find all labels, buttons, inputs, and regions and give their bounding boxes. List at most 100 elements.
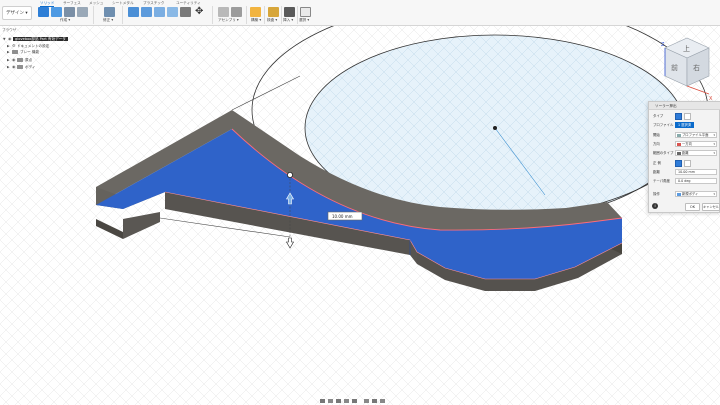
orbit-icon[interactable] <box>320 399 325 403</box>
chevron-down-icon: ▾ <box>713 151 715 155</box>
chevron-down-icon: ▾ <box>713 142 715 146</box>
dialog-row-direction: 方向 一方向 ▾ <box>649 140 720 148</box>
insert-icon[interactable] <box>284 7 295 17</box>
extrude-icon[interactable] <box>64 7 75 17</box>
fusion-window: 10.00 mm デザイン ▾ ソリッド サーフェス メッシュ シートメタル プ… <box>0 0 720 405</box>
ribbon-toolbar: デザイン ▾ ソリッド サーフェス メッシュ シートメタル プラスチック ユーテ… <box>0 0 720 26</box>
start-value: プロファイル平面 <box>682 133 709 137</box>
workspace-switcher[interactable]: デザイン ▾ <box>2 6 32 20</box>
browser-item-document-settings[interactable]: ▶ ⚙ドキュメントの設定 <box>7 42 91 49</box>
viewports-icon[interactable] <box>380 399 385 403</box>
tab-surface[interactable]: サーフェス <box>63 0 81 6</box>
side-flip-button[interactable] <box>675 159 682 167</box>
move-icon[interactable]: ✥ <box>195 7 206 17</box>
divider <box>212 6 213 24</box>
dimension-value: 10.00 mm <box>332 214 353 219</box>
measure-icon[interactable] <box>268 7 279 17</box>
type-thin-button[interactable] <box>684 112 691 120</box>
browser-item-origin[interactable]: ▶ ◉ 原点 <box>7 56 91 63</box>
profile-selection-chip[interactable]: 1 選択済 <box>675 122 695 128</box>
dialog-row-extent: 範囲のタイプ 距離 ▾ <box>649 149 720 157</box>
as-built-joint-icon[interactable] <box>231 7 242 17</box>
row-label: テーパ角度 <box>653 179 670 183</box>
dialog-row-distance: 距離 10.00 mm <box>649 168 720 176</box>
automate-icon[interactable] <box>104 7 115 17</box>
browser-item-named-views[interactable]: ▶ ブレー 機能 <box>7 49 91 56</box>
group-select[interactable]: 選択 ▾ <box>299 18 309 23</box>
look-at-icon[interactable] <box>328 399 333 403</box>
viewcube[interactable]: 上 前 右 Z X <box>655 34 715 102</box>
x-axis <box>686 85 710 95</box>
tree-label: ボディ <box>25 65 36 69</box>
side-symmetric-button[interactable] <box>684 159 691 167</box>
browser-root-item[interactable]: ▼ ◉ glovebox部品 Part 有効データ <box>3 35 87 42</box>
fit-icon[interactable] <box>352 399 357 403</box>
manipulator-knob[interactable] <box>286 171 293 178</box>
operation-select[interactable]: 新規ボディ ▾ <box>675 191 717 197</box>
group-inspect[interactable]: 検査 ▾ <box>267 18 277 23</box>
start-select[interactable]: プロファイル平面 ▾ <box>675 132 717 138</box>
press-pull-icon[interactable] <box>128 7 139 17</box>
distance-input[interactable]: 10.00 mm <box>675 169 717 175</box>
tab-plastic[interactable]: プラスチック <box>143 0 165 6</box>
distance-icon <box>677 152 681 155</box>
dialog-row-operation: 操作 新規ボディ ▾ <box>649 190 720 198</box>
extent-value: 距離 <box>682 151 689 155</box>
divider <box>246 6 247 24</box>
grid-settings-icon[interactable] <box>372 399 377 403</box>
info-icon[interactable]: i <box>652 203 658 209</box>
chevron-down-icon: ▾ <box>713 192 715 196</box>
row-label: 操作 <box>653 192 660 196</box>
new-component-icon[interactable] <box>38 7 49 17</box>
row-label: 範囲のタイプ <box>653 151 674 155</box>
viewcube-right-label: 右 <box>693 63 700 72</box>
dialog-row-start: 開始 プロファイル平面 ▾ <box>649 131 720 139</box>
tree-label: ブレー 機能 <box>20 50 40 54</box>
shell-icon[interactable] <box>167 7 178 17</box>
group-modify[interactable]: アセンブリ ▾ <box>218 18 239 23</box>
tab-mesh[interactable]: メッシュ <box>89 0 103 6</box>
divider <box>93 6 94 24</box>
row-label: 正 側 <box>653 161 661 165</box>
tree-label: glovebox部品 Part 有効データ <box>13 37 68 41</box>
create-sketch-icon[interactable] <box>51 7 62 17</box>
row-label: プロファイル <box>653 123 674 127</box>
tab-solid[interactable]: ソリッド <box>40 0 55 7</box>
joint-icon[interactable] <box>218 7 229 17</box>
extent-select[interactable]: 距離 ▾ <box>675 150 717 156</box>
pan-icon[interactable] <box>336 399 341 403</box>
taper-angle-input[interactable]: 0.0 deg <box>675 178 717 184</box>
zoom-icon[interactable] <box>344 399 349 403</box>
direction-select[interactable]: 一方向 ▾ <box>675 141 717 147</box>
ok-button[interactable]: OK <box>685 203 700 211</box>
divider <box>122 6 123 24</box>
group-construct[interactable]: 構築 ▾ <box>251 18 261 23</box>
select-icon[interactable] <box>300 7 311 17</box>
divider <box>264 6 265 24</box>
3d-viewport[interactable]: 10.00 mm <box>0 0 720 405</box>
fillet-icon[interactable] <box>141 7 152 17</box>
type-solid-button[interactable] <box>675 112 682 120</box>
combine-icon[interactable] <box>180 7 191 17</box>
display-settings-icon[interactable] <box>364 399 369 403</box>
dialog-row-side: 正 側 <box>649 159 720 167</box>
viewcube-front-label: 前 <box>671 63 678 72</box>
revolve-icon[interactable] <box>77 7 88 17</box>
group-create[interactable]: 作成 ▾ <box>60 18 70 23</box>
dialog-row-profile: プロファイル 1 選択済 <box>649 121 720 129</box>
group-automate[interactable]: 修正 ▾ <box>103 18 113 23</box>
chamfer-icon[interactable] <box>154 7 165 17</box>
direction-value: 一方向 <box>682 142 692 146</box>
viewcube-top-label: 上 <box>683 44 690 53</box>
dimension-input[interactable]: 10.00 mm <box>327 211 363 221</box>
offset-plane-icon[interactable] <box>250 7 261 17</box>
browser-header: ブラウザ <box>2 28 17 32</box>
operation-value: 新規ボディ <box>682 192 699 196</box>
row-label: 開始 <box>653 133 660 137</box>
browser-item-bodies[interactable]: ▶ ◉ ボディ <box>7 63 91 70</box>
cancel-button[interactable]: キャンセル <box>702 203 720 211</box>
new-body-icon <box>677 193 681 196</box>
browser-panel: ブラウザ ▼ ◉ glovebox部品 Part 有効データ ▶ ⚙ドキュメントの設定… <box>0 27 88 79</box>
group-insert[interactable]: 挿入 ▾ <box>283 18 293 23</box>
extrude-dialog: ソーラー押出 タイプ プロファイル 1 選択済 開始 プロファイル平面 ▾ 方向 … <box>648 101 720 213</box>
